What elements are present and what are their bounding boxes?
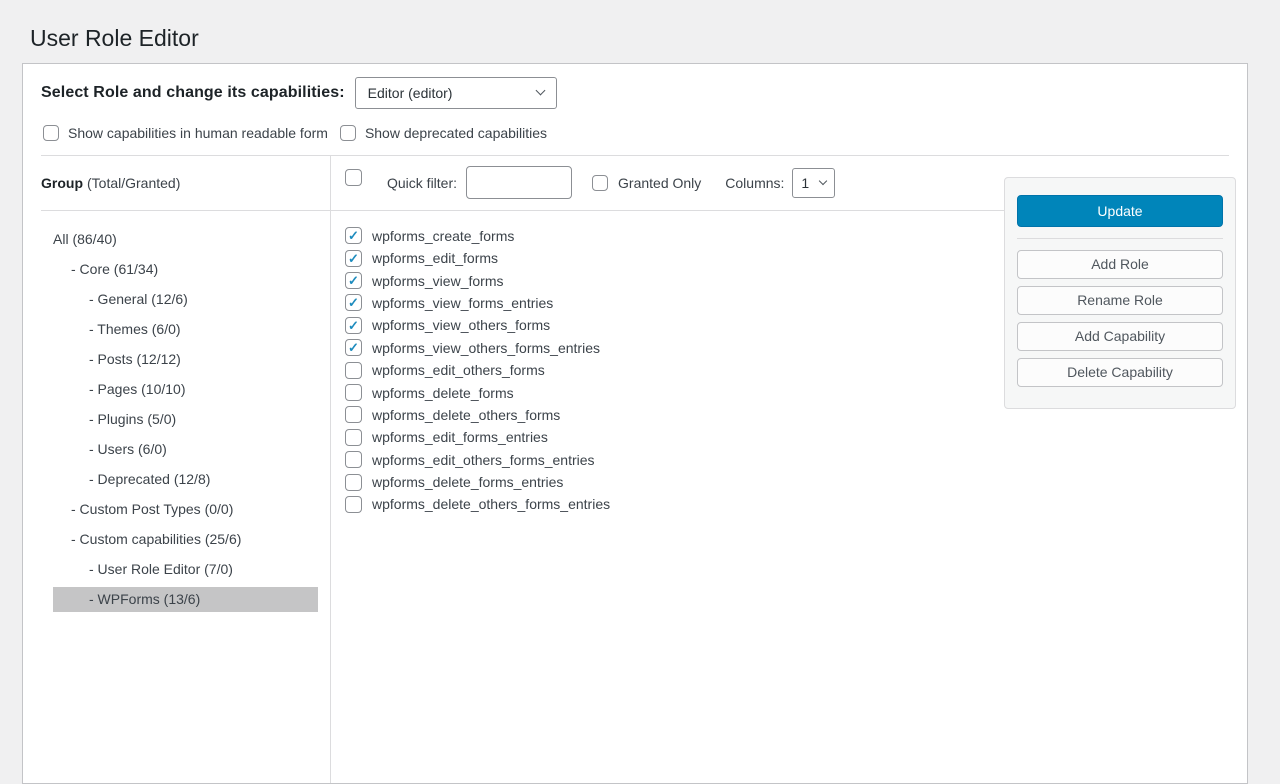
group-tree-item[interactable]: - Themes (6/0) (53, 317, 318, 342)
content-columns: Group (Total/Granted) All (86/40) - Core … (23, 156, 1247, 783)
group-tree-item[interactable]: - Pages (10/10) (53, 377, 318, 402)
role-select-value: Editor (editor) (368, 85, 453, 101)
capability-label: wpforms_delete_forms (372, 385, 514, 401)
capability-checkbox[interactable] (345, 451, 362, 468)
capability-label: wpforms_delete_others_forms_entries (372, 496, 610, 512)
capability-label: wpforms_view_others_forms_entries (372, 340, 600, 356)
capability-checkbox[interactable] (345, 474, 362, 491)
capability-checkbox[interactable] (345, 272, 362, 289)
role-select[interactable]: Editor (editor) (355, 77, 557, 109)
capability-checkbox[interactable] (345, 227, 362, 244)
group-tree-item[interactable]: - Plugins (5/0) (53, 407, 318, 432)
delete-capability-button[interactable]: Delete Capability (1017, 358, 1223, 387)
quick-filter-input[interactable] (466, 166, 572, 199)
capability-checkbox[interactable] (345, 384, 362, 401)
capability-row: wpforms_edit_forms_entries (345, 426, 1247, 448)
capability-checkbox[interactable] (345, 294, 362, 311)
capability-row: wpforms_delete_forms_entries (345, 471, 1247, 493)
group-tree: All (86/40) - Core (61/34) - General (12/6… (23, 211, 330, 612)
capability-label: wpforms_edit_forms (372, 250, 498, 266)
capability-checkbox[interactable] (345, 496, 362, 513)
capability-label: wpforms_view_forms_entries (372, 295, 553, 311)
group-tree-item[interactable]: - Posts (12/12) (53, 347, 318, 372)
granted-only-checkbox[interactable] (592, 175, 608, 191)
granted-only-label: Granted Only (618, 175, 701, 191)
add-role-button[interactable]: Add Role (1017, 250, 1223, 279)
group-header-suffix: (Total/Granted) (87, 175, 180, 191)
capability-label: wpforms_delete_forms_entries (372, 474, 563, 490)
group-tree-item[interactable]: - User Role Editor (7/0) (53, 557, 318, 582)
columns-select-value: 1 (801, 175, 809, 191)
capability-label: wpforms_edit_others_forms_entries (372, 452, 595, 468)
human-readable-option: Show capabilities in human readable form (43, 125, 328, 141)
capability-label: wpforms_view_forms (372, 273, 503, 289)
role-selector-row: Select Role and change its capabilities:… (23, 64, 1247, 109)
chevron-down-icon (819, 176, 827, 184)
columns-select[interactable]: 1 (792, 168, 835, 198)
group-tree-item[interactable]: - Custom Post Types (0/0) (53, 497, 318, 522)
actions-divider (1017, 238, 1223, 239)
group-tree-item[interactable]: - Users (6/0) (53, 437, 318, 462)
group-header-title: Group (41, 175, 83, 191)
granted-only-option: Granted Only (592, 175, 701, 191)
group-tree-item[interactable]: - Deprecated (12/8) (53, 467, 318, 492)
select-all-checkbox[interactable] (345, 169, 362, 186)
human-readable-checkbox[interactable] (43, 125, 59, 141)
capability-label: wpforms_edit_others_forms (372, 362, 545, 378)
capability-checkbox[interactable] (345, 250, 362, 267)
group-tree-item[interactable]: All (86/40) (53, 227, 318, 252)
user-role-editor-panel: Select Role and change its capabilities:… (22, 63, 1248, 784)
capability-label: wpforms_create_forms (372, 228, 514, 244)
add-capability-button[interactable]: Add Capability (1017, 322, 1223, 351)
group-tree-item[interactable]: - General (12/6) (53, 287, 318, 312)
capability-row: wpforms_delete_others_forms_entries (345, 493, 1247, 515)
capability-checkbox[interactable] (345, 406, 362, 423)
page-title: User Role Editor (0, 0, 1280, 63)
capability-label: wpforms_edit_forms_entries (372, 429, 548, 445)
capability-checkbox[interactable] (345, 339, 362, 356)
rename-role-button[interactable]: Rename Role (1017, 286, 1223, 315)
capability-label: wpforms_delete_others_forms (372, 407, 560, 423)
show-deprecated-label: Show deprecated capabilities (365, 125, 547, 141)
select-role-label: Select Role and change its capabilities: (41, 84, 345, 102)
chevron-down-icon (535, 86, 545, 96)
groups-column: Group (Total/Granted) All (86/40) - Core … (23, 156, 331, 783)
capability-checkbox[interactable] (345, 317, 362, 334)
display-options-row: Show capabilities in human readable form… (23, 109, 1247, 155)
capability-checkbox[interactable] (345, 362, 362, 379)
capability-checkbox[interactable] (345, 429, 362, 446)
show-deprecated-checkbox[interactable] (340, 125, 356, 141)
quick-filter-label: Quick filter: (387, 175, 457, 191)
group-header: Group (Total/Granted) (41, 156, 330, 211)
group-tree-item[interactable]: - Core (61/34) (53, 257, 318, 282)
group-tree-item[interactable]: - Custom capabilities (25/6) (53, 527, 318, 552)
group-tree-item[interactable]: - WPForms (13/6) (53, 587, 318, 612)
capabilities-column: Quick filter: Granted Only Columns: 1 wp… (331, 156, 1247, 783)
show-deprecated-option: Show deprecated capabilities (340, 125, 547, 141)
columns-label: Columns: (725, 175, 784, 191)
capability-label: wpforms_view_others_forms (372, 317, 550, 333)
capability-row: wpforms_edit_others_forms_entries (345, 449, 1247, 471)
update-button[interactable]: Update (1017, 195, 1223, 227)
human-readable-label: Show capabilities in human readable form (68, 125, 328, 141)
actions-panel: Update Add Role Rename Role Add Capabili… (1004, 177, 1236, 409)
